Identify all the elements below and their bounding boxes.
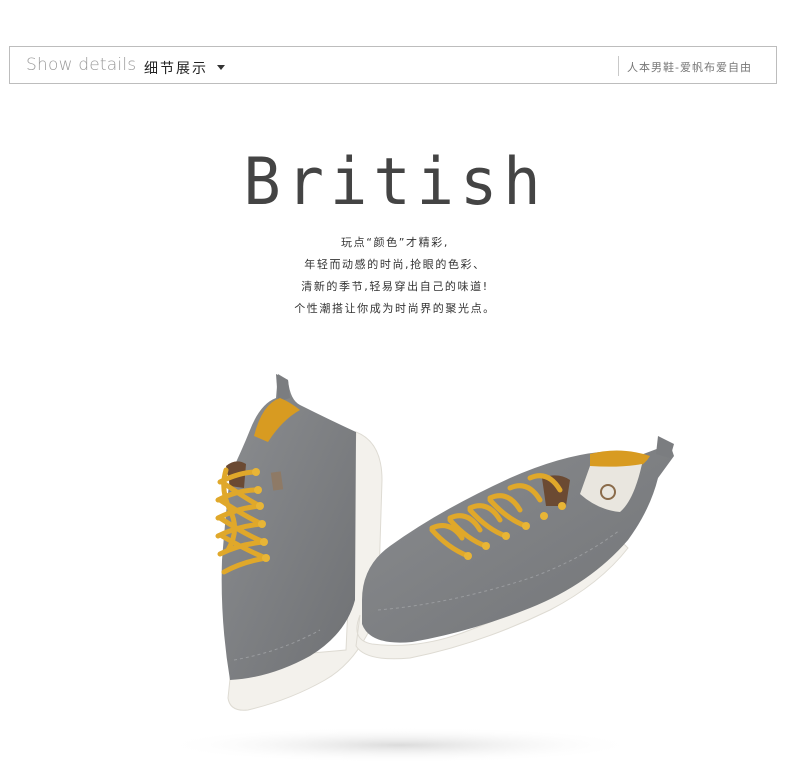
section-header-bar: Show details 细节展示 人本男鞋-爱帆布爱自由: [9, 46, 777, 84]
divider: [618, 56, 619, 76]
right-shoe: [355, 436, 674, 660]
section-title[interactable]: 细节展示: [144, 58, 208, 78]
hero-title: British: [243, 143, 547, 220]
copy-line: 清新的季节,轻易穿出自己的味道!: [301, 280, 489, 293]
copy-line: 年轻而动感的时尚,抢眼的色彩、: [304, 258, 486, 271]
chevron-down-icon[interactable]: [217, 65, 225, 70]
left-shoe: [215, 374, 383, 711]
hero-copy: 玩点“颜色”才精彩, 年轻而动感的时尚,抢眼的色彩、 清新的季节,轻易穿出自己的…: [0, 232, 790, 320]
copy-line: 玩点“颜色”才精彩,: [341, 236, 449, 249]
show-details-label: Show details: [26, 55, 137, 75]
floor-shadow: [160, 727, 640, 763]
copy-line: 个性潮搭让你成为时尚界的聚光点。: [294, 302, 496, 315]
product-image-sneakers: [160, 374, 674, 763]
brand-tagline: 人本男鞋-爱帆布爱自由: [627, 61, 752, 74]
